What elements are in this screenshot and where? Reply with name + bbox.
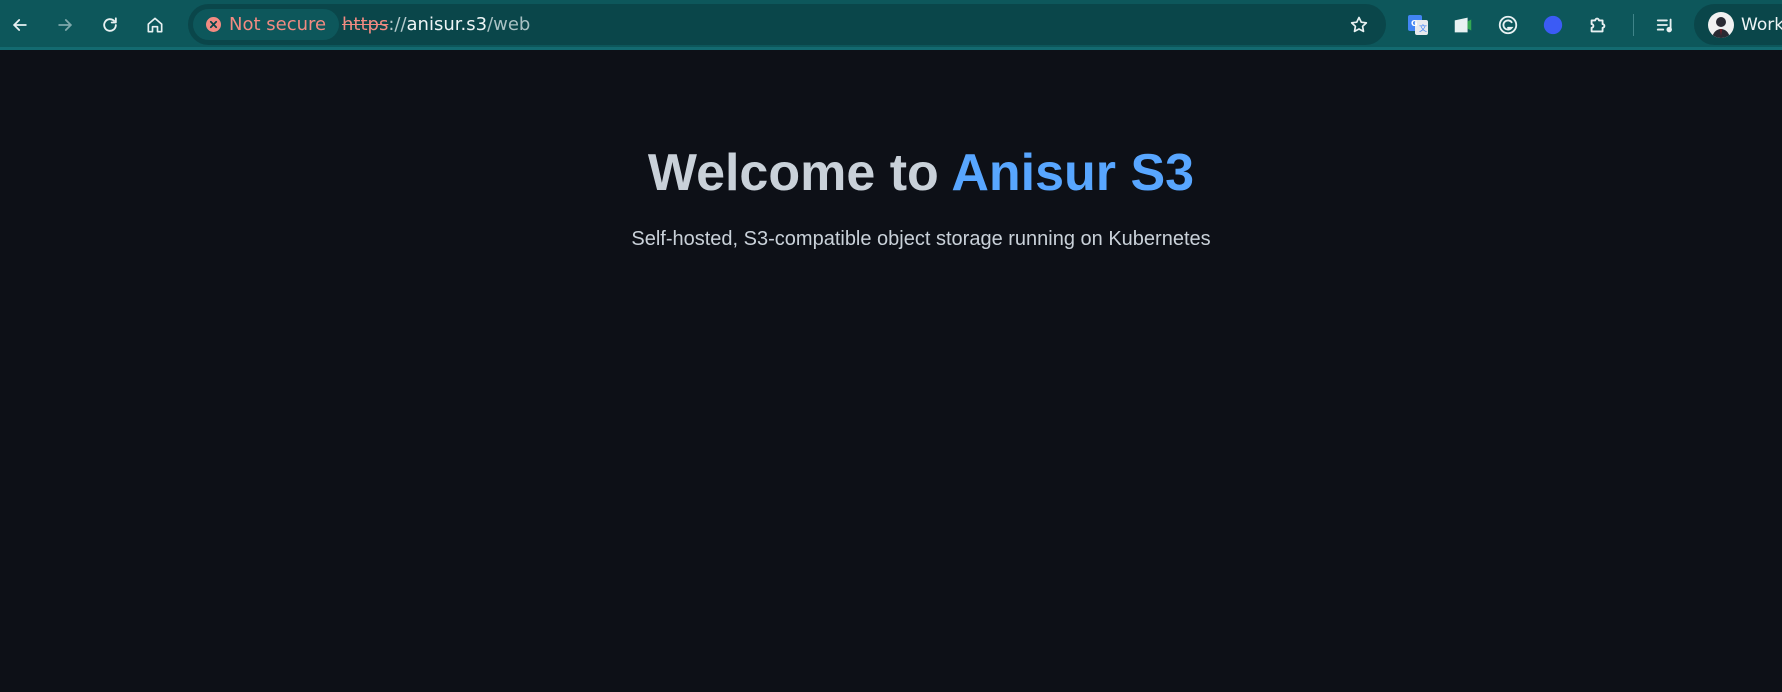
star-icon: [1350, 16, 1368, 33]
back-icon: [13, 19, 27, 31]
reading-list-icon: [1656, 18, 1672, 33]
url-separator: ://: [388, 14, 407, 35]
reading-list-button[interactable]: [1652, 11, 1680, 39]
home-button[interactable]: [139, 9, 171, 41]
extension-icon: [1454, 17, 1472, 33]
profile-button[interactable]: Work: [1694, 4, 1782, 45]
grammarly-icon: [1498, 15, 1518, 35]
home-icon: [147, 17, 163, 33]
back-button[interactable]: [4, 9, 36, 41]
reload-icon: [103, 17, 117, 32]
avatar: [1708, 11, 1734, 38]
page-subtitle: Self-hosted, S3-compatible object storag…: [631, 228, 1211, 250]
page-content: Welcome to Anisur S3 Self-hosted, S3-com…: [0, 53, 1782, 692]
svg-text:文: 文: [1419, 23, 1427, 33]
reload-button[interactable]: [94, 9, 126, 41]
profile-label: Work: [1741, 14, 1782, 35]
svg-text:G: G: [1411, 19, 1418, 28]
extensions-puzzle-icon: [1590, 17, 1606, 33]
toolbar-divider: [1633, 14, 1634, 36]
security-chip[interactable]: Not secure: [193, 9, 340, 40]
blue-circle-extension[interactable]: [1539, 11, 1567, 39]
forward-icon: [58, 19, 72, 31]
url-host: anisur.s3: [406, 14, 488, 35]
grammarly-extension[interactable]: [1494, 11, 1522, 39]
blue-circle-extension-icon: [1543, 15, 1563, 35]
url-scheme: https: [342, 14, 389, 35]
not-secure-icon: [206, 17, 221, 32]
page-title: Welcome to Anisur S3: [0, 144, 1782, 204]
bookmark-button[interactable]: [1346, 12, 1372, 38]
url-path: /web: [487, 14, 531, 35]
google-translate-icon: G 文: [1408, 15, 1428, 35]
media-extension[interactable]: [1449, 11, 1477, 39]
address-bar[interactable]: Not secure https://anisur.s3/web: [188, 4, 1386, 45]
brand-name: Anisur S3: [951, 144, 1195, 202]
url-text[interactable]: https://anisur.s3/web: [342, 4, 530, 45]
security-chip-label: Not secure: [229, 14, 327, 35]
title-prefix: Welcome to: [647, 144, 952, 202]
browser-toolbar: Not secure https://anisur.s3/web G 文 Wor…: [0, 0, 1782, 50]
forward-button[interactable]: [49, 9, 81, 41]
google-translate-extension[interactable]: G 文: [1404, 11, 1432, 39]
extensions-button[interactable]: [1584, 11, 1612, 39]
